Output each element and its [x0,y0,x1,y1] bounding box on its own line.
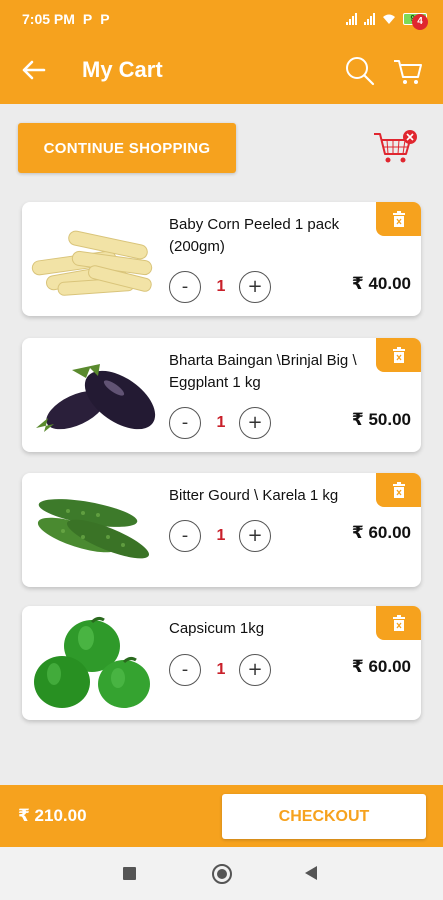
item-qty: 1 [216,414,226,431]
decrease-qty-button[interactable]: - [169,520,201,552]
item-name: Bitter Gourd \ Karela 1 kg [169,487,339,504]
trash-icon [392,481,405,498]
wifi-icon [383,14,395,24]
increase-qty-button[interactable]: + [239,271,271,303]
search-icon[interactable] [344,55,376,87]
item-price: ₹ 60.00 [351,657,411,676]
item-qty: 1 [216,527,226,544]
item-price: ₹ 60.00 [351,523,411,542]
delete-item-button[interactable] [376,473,421,507]
p-icon: P [100,11,110,27]
item-name: Baby Corn Peeled 1 pack (200gm) [169,216,340,255]
app-bar: My Cart [0,38,443,104]
page-title: My Cart [82,57,163,82]
item-qty: 1 [216,278,226,295]
cart-item: Bharta Baingan \Brinjal Big \ Eggplant 1… [22,338,421,452]
decrease-qty-button[interactable]: - [169,407,201,439]
capsicum-image [34,616,150,708]
signal-icon [364,13,375,25]
checkout-bar: ₹ 210.00 CHECKOUT [0,785,443,847]
home-icon[interactable] [212,864,232,884]
system-nav-bar [0,847,443,900]
increase-qty-button[interactable]: + [239,407,271,439]
checkout-button[interactable]: CHECKOUT [222,794,426,839]
item-name: Capsicum 1kg [169,620,265,637]
decrease-qty-button[interactable]: - [169,654,201,686]
delete-item-button[interactable] [376,338,421,372]
delete-item-button[interactable] [376,202,421,236]
item-price: ₹ 40.00 [351,274,411,293]
brinjal-image [36,364,156,432]
cart-item: Bitter Gourd \ Karela 1 kg - 1 + ₹ 60.00 [22,473,421,587]
trash-icon [392,346,405,363]
continue-shopping-button[interactable]: CONTINUE SHOPPING [18,123,236,173]
cart-item: Baby Corn Peeled 1 pack (200gm) - 1 + ₹ … [22,202,421,316]
delete-item-button[interactable] [376,606,421,640]
cart-item: Capsicum 1kg - 1 + ₹ 60.00 [22,606,421,720]
decrease-qty-button[interactable]: - [169,271,201,303]
p-icon: P [82,11,93,27]
signal-icon [346,13,357,25]
clear-cart-icon[interactable] [372,128,420,166]
item-name: Bharta Baingan \Brinjal Big \ Eggplant 1… [169,352,357,391]
trash-icon [392,614,405,631]
recents-icon[interactable] [123,867,136,880]
bitter-gourd-image [37,499,150,559]
back-icon[interactable] [305,866,317,880]
item-qty: 1 [216,661,226,678]
cart-icon[interactable] [392,55,424,87]
baby-corn-image [31,230,153,296]
status-bar: 7:05 PM P P 99 [0,0,443,38]
cart-total: ₹ 210.00 [18,806,87,825]
item-price: ₹ 50.00 [351,410,411,429]
trash-icon [392,210,405,227]
increase-qty-button[interactable]: + [239,520,271,552]
cart-count-badge: 4 [412,14,428,30]
increase-qty-button[interactable]: + [239,654,271,686]
status-time: 7:05 PM [22,11,75,27]
back-arrow-icon[interactable] [20,58,46,82]
